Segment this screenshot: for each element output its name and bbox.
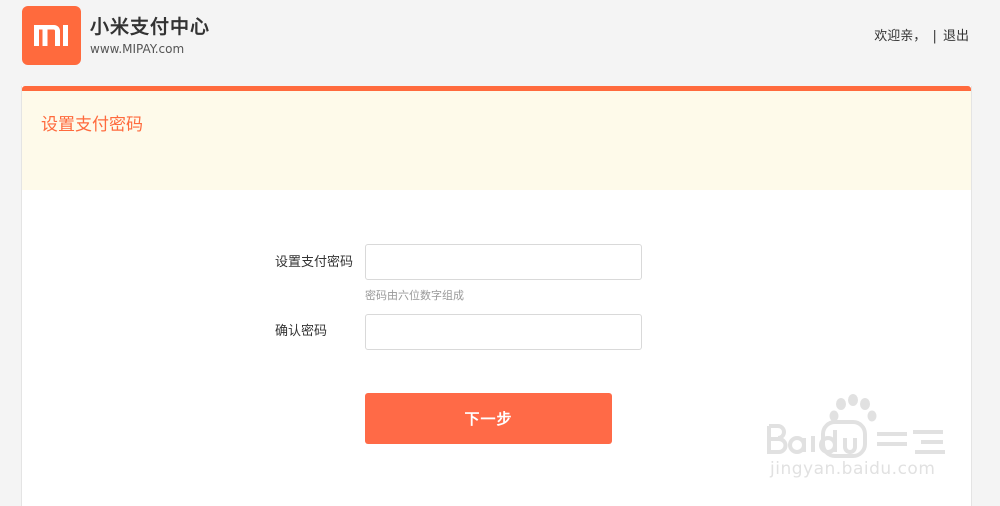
watermark-text: jingyan.baidu.com — [770, 459, 936, 479]
page-title: 设置支付密码 — [41, 115, 143, 135]
next-step-button[interactable]: 下一步 — [365, 393, 612, 444]
brand-url: www.MIPAY.com — [90, 42, 185, 56]
baidu-jingyan-watermark: jingyan.baidu.com — [755, 392, 955, 492]
welcome-text: 欢迎亲， — [874, 29, 927, 44]
mi-logo-icon[interactable] — [22, 6, 81, 65]
separator: | — [932, 29, 937, 44]
password-input[interactable] — [366, 245, 641, 279]
logout-link[interactable]: 退出 — [943, 29, 969, 44]
confirm-password-label: 确认密码 — [275, 324, 328, 339]
user-links: 欢迎亲， | 退出 — [872, 28, 969, 46]
baidu-jingyan-logo-icon — [767, 394, 945, 458]
brand-title: 小米支付中心 — [90, 16, 211, 38]
header: 小米支付中心 www.MIPAY.com 欢迎亲， | 退出 — [0, 0, 1000, 86]
confirm-password-input[interactable] — [366, 315, 641, 349]
password-label: 设置支付密码 — [275, 255, 354, 270]
password-hint: 密码由六位数字组成 — [365, 289, 464, 302]
card-header: 设置支付密码 — [22, 91, 971, 190]
confirm-password-field-box — [365, 314, 642, 350]
password-field-box — [365, 244, 642, 280]
